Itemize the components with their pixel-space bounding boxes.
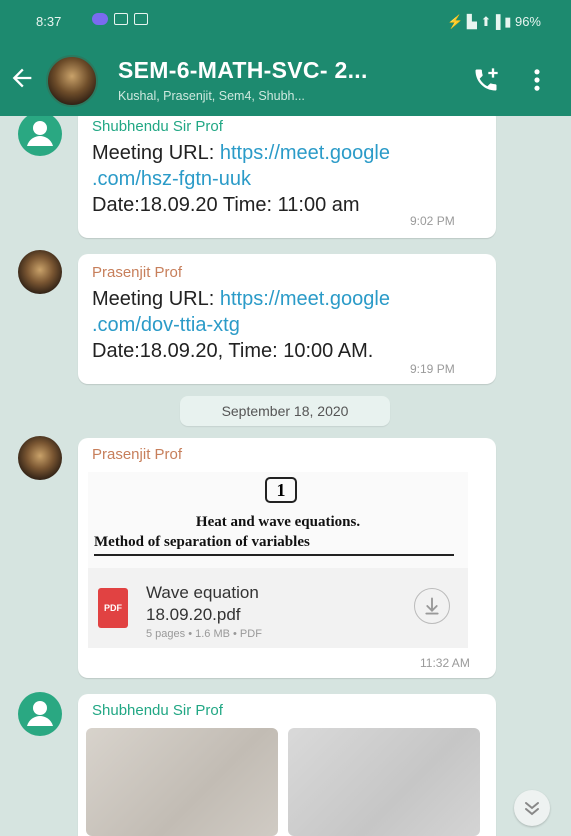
- meeting-link[interactable]: .com/dov-ttia-xtg: [92, 314, 240, 336]
- chat-header: SEM-6-MATH-SVC- 2... Kushal, Prasenjit, …: [0, 46, 571, 116]
- group-members[interactable]: Kushal, Prasenjit, Sem4, Shubh...: [118, 89, 305, 103]
- add-call-icon[interactable]: [472, 66, 500, 94]
- message-bubble[interactable]: Prasenjit Prof Meeting URL: https://meet…: [78, 254, 496, 384]
- back-arrow-icon[interactable]: [8, 64, 36, 92]
- document-preview[interactable]: 1 Heat and wave equations. Method of sep…: [88, 472, 468, 568]
- sender-name: Shubhendu Sir Prof: [92, 702, 223, 719]
- message-bubble[interactable]: Shubhendu Sir Prof Meeting URL: https://…: [78, 116, 496, 238]
- message-line: Meeting URL: https://meet.google: [92, 288, 390, 311]
- preview-heading: Heat and wave equations.: [195, 514, 361, 530]
- document-meta: 5 pages • 1.6 MB • PDF: [146, 628, 262, 640]
- avatar[interactable]: [18, 692, 62, 736]
- notification-icons: [92, 13, 148, 25]
- pdf-icon: PDF: [98, 588, 128, 628]
- status-time: 8:37: [36, 14, 62, 29]
- sender-name: Prasenjit Prof: [92, 264, 183, 281]
- message-time: 9:19 PM: [410, 362, 455, 376]
- avatar[interactable]: [18, 436, 62, 480]
- meeting-link[interactable]: https://meet.google: [220, 142, 390, 164]
- mail-notification-icon: [134, 13, 148, 25]
- preview-underline: [94, 554, 454, 556]
- group-avatar[interactable]: [46, 55, 98, 107]
- message-line: Meeting URL: https://meet.google: [92, 142, 390, 165]
- notification-pill-icon: [92, 13, 108, 25]
- meeting-link[interactable]: https://meet.google: [220, 288, 390, 310]
- scroll-down-icon[interactable]: [514, 790, 550, 826]
- message-text: Date:18.09.20 Time: 11:00 am: [92, 194, 360, 216]
- preview-page-number: 1: [265, 477, 297, 503]
- message-time: 11:32 AM: [420, 656, 470, 670]
- message-text: Meeting URL:: [92, 142, 220, 164]
- message-text: Date:18.09.20, Time: 10:00 AM.: [92, 340, 374, 362]
- person-icon: [27, 701, 53, 726]
- message-line: .com/dov-ttia-xtg: [92, 314, 240, 337]
- status-bar: 8:37 ⚡ ▙ ⬆▐ ▮ 96%: [0, 0, 571, 46]
- group-title[interactable]: SEM-6-MATH-SVC- 2...: [118, 57, 368, 84]
- chat-area[interactable]: Shubhendu Sir Prof Meeting URL: https://…: [0, 116, 571, 836]
- image-thumbnail[interactable]: [86, 728, 278, 836]
- download-icon[interactable]: [414, 588, 450, 624]
- date-divider: September 18, 2020: [180, 396, 390, 426]
- gallery-notification-icon: [114, 13, 128, 25]
- document-name-line: Wave equation: [146, 583, 259, 602]
- message-line: .com/hsz-fgtn-uuk: [92, 168, 251, 191]
- sender-name: Shubhendu Sir Prof: [92, 118, 223, 135]
- more-vert-icon[interactable]: [530, 66, 544, 94]
- sender-name: Prasenjit Prof: [92, 446, 183, 463]
- avatar[interactable]: [18, 116, 62, 156]
- person-icon: [27, 121, 53, 146]
- meeting-link[interactable]: .com/hsz-fgtn-uuk: [92, 168, 251, 190]
- message-time: 9:02 PM: [410, 214, 455, 228]
- preview-heading: Method of separation of variables: [94, 534, 310, 550]
- document-name-line: 18.09.20.pdf: [146, 605, 241, 624]
- status-right: ⚡ ▙ ⬆▐ ▮ 96%: [447, 14, 541, 29]
- image-thumbnail[interactable]: [288, 728, 480, 836]
- document-attachment[interactable]: PDF Wave equation 18.09.20.pdf 5 pages •…: [88, 568, 468, 648]
- avatar[interactable]: [18, 250, 62, 294]
- message-text: Meeting URL:: [92, 288, 220, 310]
- document-name: Wave equation 18.09.20.pdf: [146, 582, 259, 626]
